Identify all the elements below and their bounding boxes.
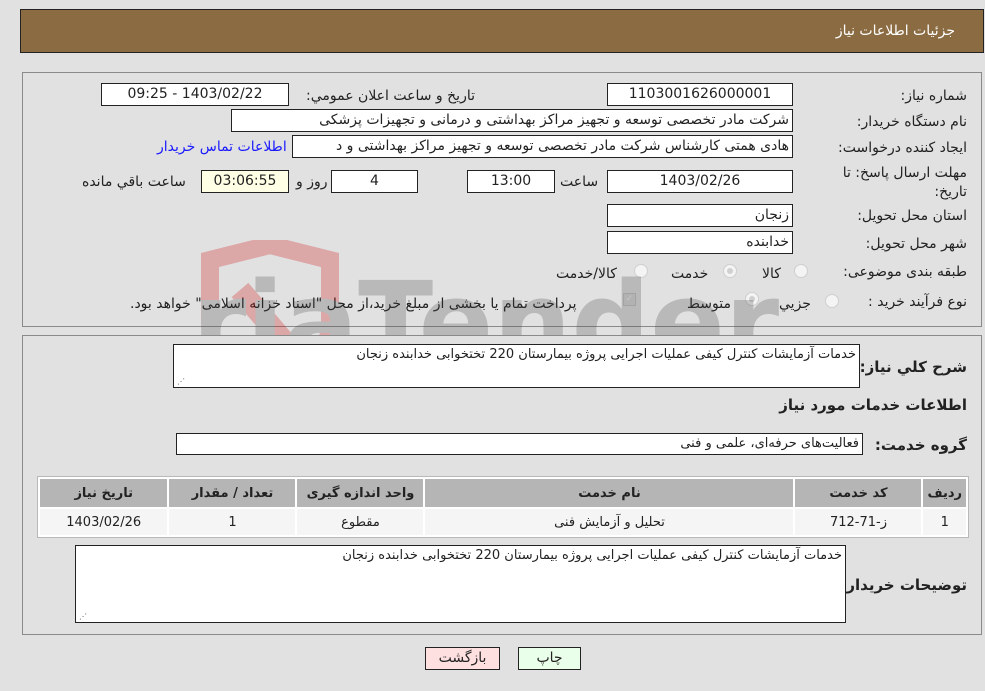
print-button[interactable]: چاپ [518,647,581,670]
need-number-label: شماره نیاز: [900,88,968,104]
col-unit: واحد اندازه گيری [297,479,424,507]
category-radio-service[interactable] [723,264,737,278]
treasury-checkbox[interactable]: ✓ [623,293,636,306]
category-label: طبقه بندی موضوعی: [843,264,967,280]
description-textarea[interactable]: خدمات آزمایشات کنترل کیفی عملیات اجرایی … [173,344,860,388]
category-option-goods: کالا [762,266,781,282]
table-row: 1 ز-71-712 تحليل و آزمايش فنی مقطوع 1 14… [40,509,966,535]
page-header: جزئیات اطلاعات نیاز [20,9,984,53]
category-radio-goods-service[interactable] [634,264,648,278]
time-remaining-label: ساعت باقي مانده [82,174,186,190]
col-service-code: کد خدمت [795,479,922,507]
city-label: شهر محل تحويل: [865,236,967,252]
need-number-field: 1103001626000001 [607,83,793,106]
col-row-number: رديف [923,479,966,507]
announce-label: تاریخ و ساعت اعلان عمومي: [306,88,475,104]
process-option-medium: متوسط [687,296,731,312]
process-radio-medium[interactable] [745,292,759,306]
buyer-notes-text: خدمات آزمایشات کنترل کیفی عملیات اجرایی … [342,548,842,563]
buyer-org-field: شرکت مادر تخصصی توسعه و تجهيز مراکز بهدا… [231,109,793,132]
category-option-goods-service: کالا/خدمت [556,266,617,282]
buyer-notes-textarea[interactable]: خدمات آزمایشات کنترل کیفی عملیات اجرایی … [75,545,846,623]
deadline-time-label: ساعت [560,174,599,190]
cell-quantity: 1 [169,509,296,535]
creator-label: ايجاد کننده درخواست: [838,140,967,156]
deadline-label: مهلت ارسال پاسخ: تا تاریخ: [842,165,967,200]
treasury-note: پرداخت تمام يا بخشی از مبلغ خريد،از محل … [130,296,577,312]
deadline-time-field: 13:00 [467,170,555,193]
category-option-service: خدمت [671,266,709,282]
province-label: استان محل تحويل: [857,208,967,224]
resize-grip-icon[interactable]: ⋰ [78,612,87,621]
announce-field: 1403/02/22 - 09:25 [101,83,289,106]
deadline-date-field: 1403/02/26 [607,170,793,193]
buyer-notes-label: توضيحات خريدار: [840,576,967,594]
province-field: زنجان [607,204,793,227]
cell-service-code: ز-71-712 [795,509,922,535]
resize-grip-icon[interactable]: ⋰ [176,377,185,386]
service-group-field: فعاليت‌های حرفه‌ای، علمی و فنی [176,433,863,455]
time-remaining-field: 03:06:55 [201,170,289,193]
services-table: رديف کد خدمت نام خدمت واحد اندازه گيری ت… [37,476,969,538]
city-field: خدابنده [607,231,793,254]
process-label: نوع فرآيند خريد : [868,294,967,310]
cell-need-date: 1403/02/26 [40,509,168,535]
col-need-date: تاريخ نياز [40,479,168,507]
cell-unit: مقطوع [297,509,424,535]
table-header-row: رديف کد خدمت نام خدمت واحد اندازه گيری ت… [40,479,966,507]
service-group-label: گروه خدمت: [874,436,967,454]
description-label: شرح کلي نياز: [859,358,967,376]
description-text: خدمات آزمایشات کنترل کیفی عملیات اجرایی … [356,347,856,362]
page-title: جزئیات اطلاعات نیاز [835,23,955,39]
cell-service-name: تحليل و آزمايش فنی [425,509,794,535]
process-radio-minor[interactable] [825,294,839,308]
col-service-name: نام خدمت [425,479,794,507]
creator-field: هادی همتی کارشناس شرکت مادر تخصصی توسعه … [292,135,793,158]
cell-row-number: 1 [923,509,966,535]
days-label: روز و [296,174,328,190]
buyer-org-label: نام دستگاه خريدار: [856,114,967,130]
services-section-title: اطلاعات خدمات مورد نياز [779,396,967,414]
col-quantity: تعداد / مقدار [169,479,296,507]
buyer-contact-link[interactable]: اطلاعات تماس خريدار [157,139,287,155]
days-remaining-field: 4 [331,170,418,193]
back-button[interactable]: بازگشت [425,647,500,670]
category-radio-goods[interactable] [794,264,808,278]
process-option-minor: جزيي [779,296,811,312]
